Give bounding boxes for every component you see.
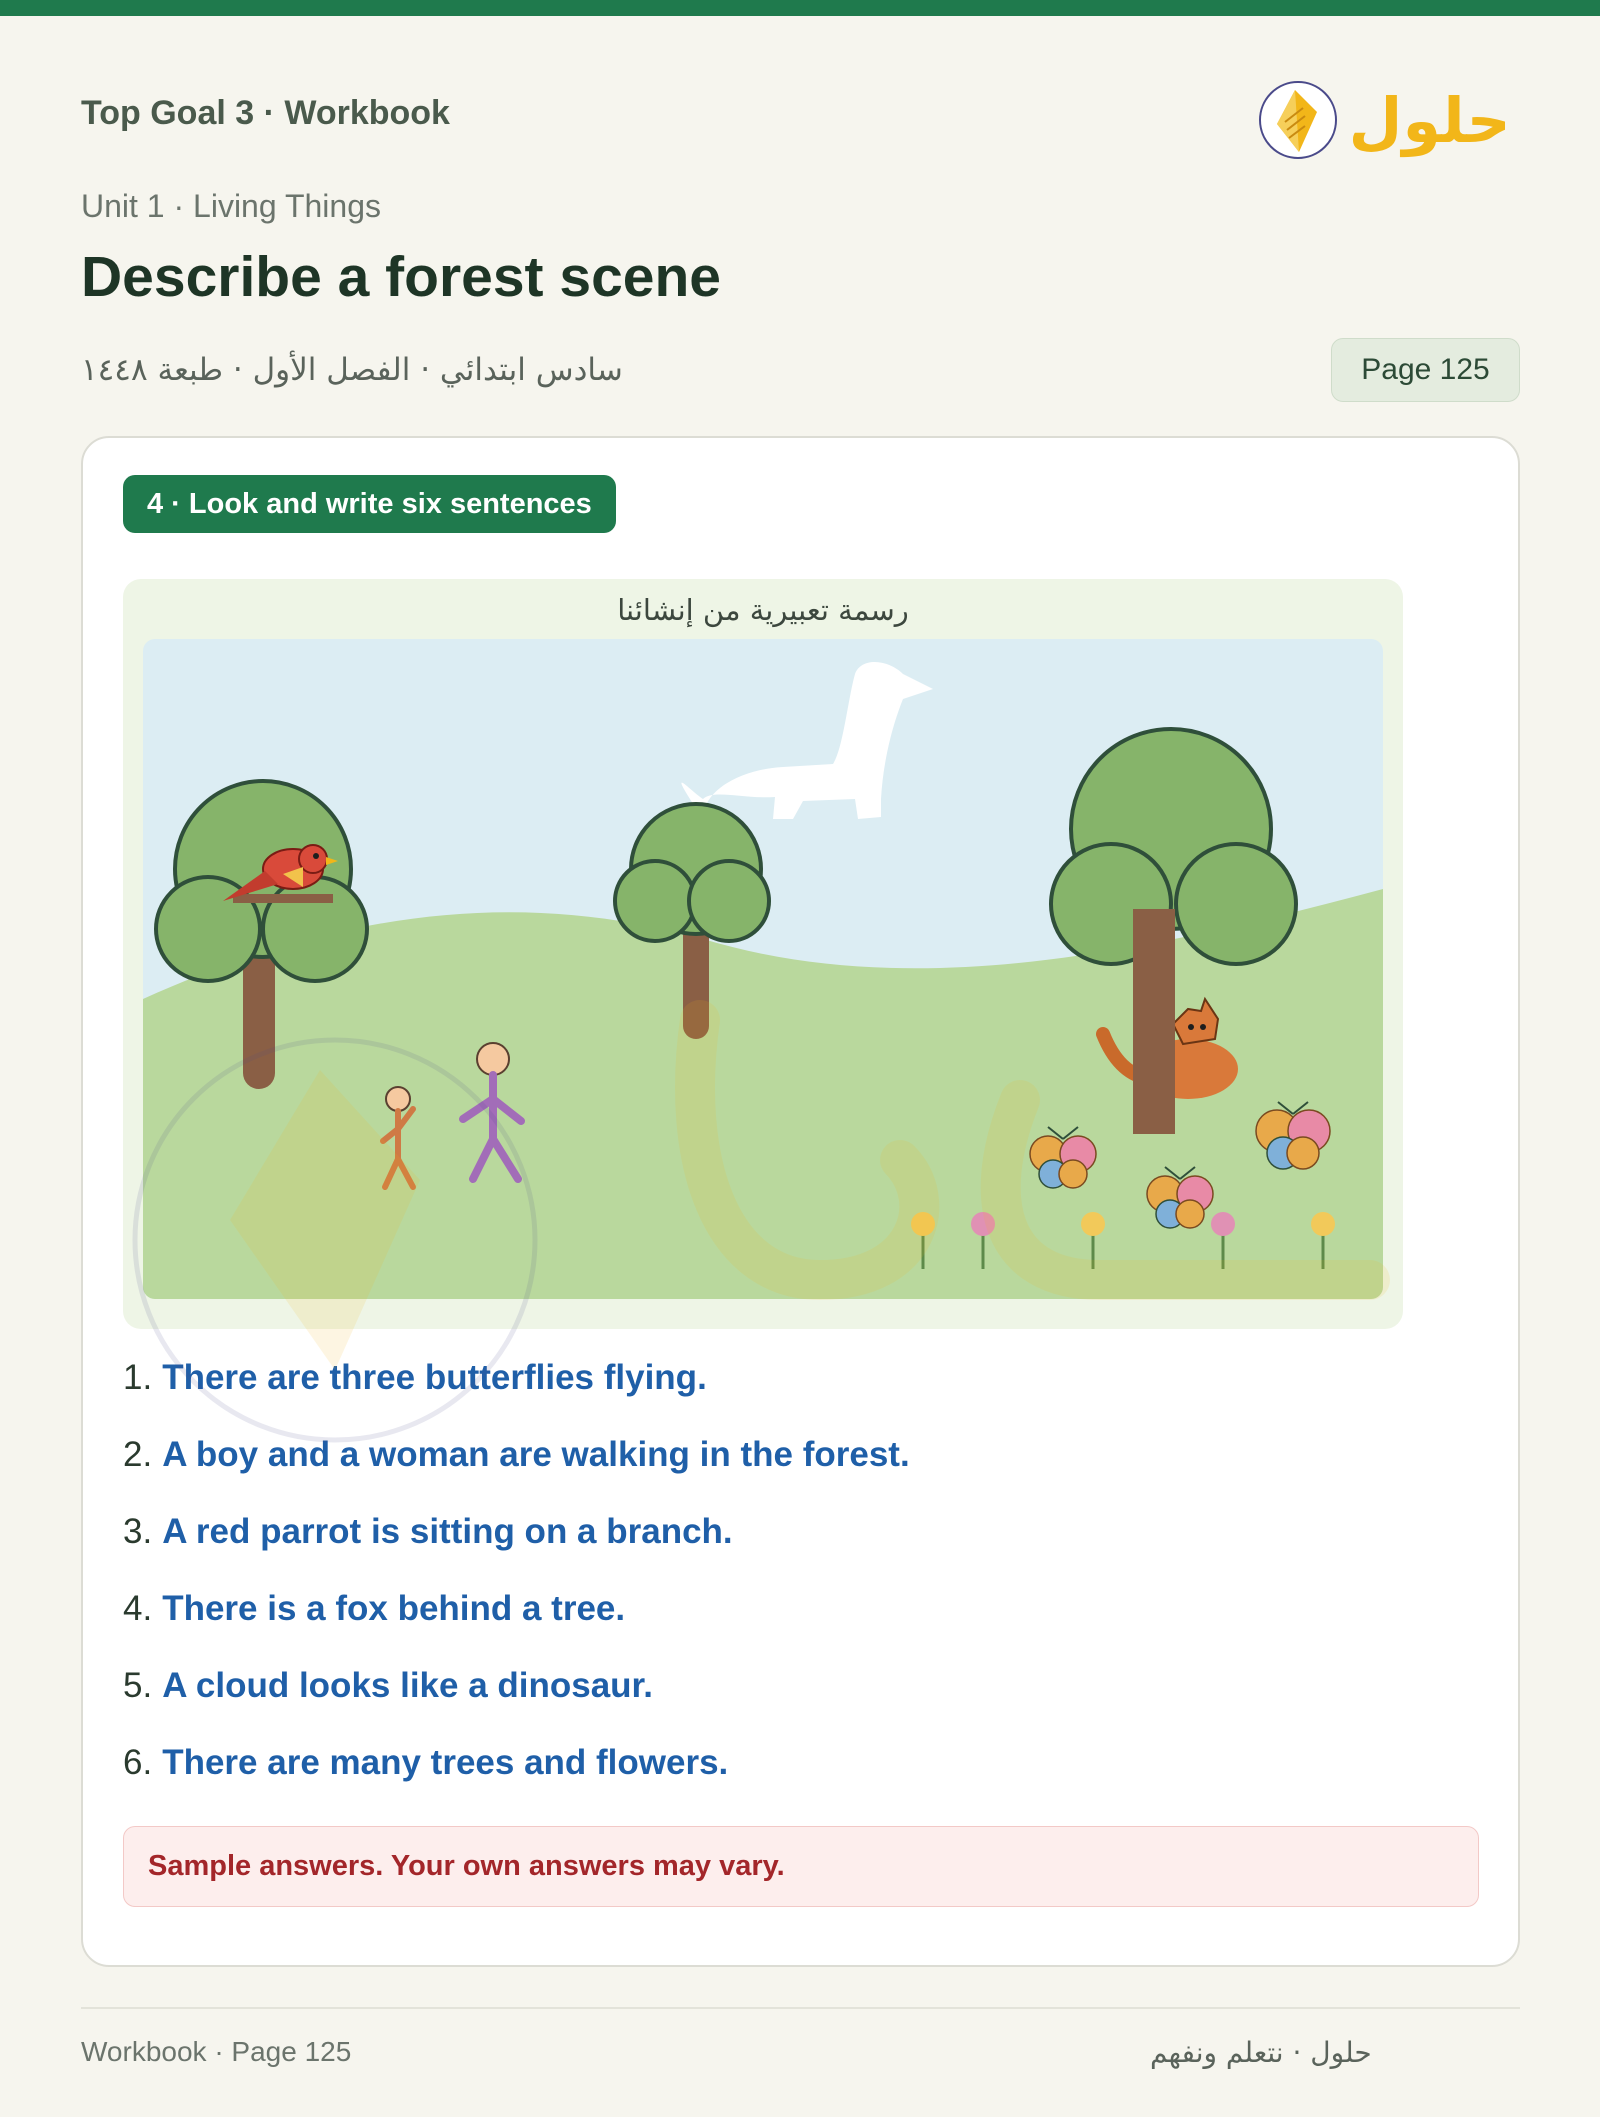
exercise-label: 4 · Look and write six sentences bbox=[123, 475, 616, 533]
page-title: Describe a forest scene bbox=[81, 245, 721, 309]
answer-text: There is a fox behind a tree. bbox=[162, 1589, 626, 1628]
answer-item: 4. There is a fox behind a tree. bbox=[123, 1589, 626, 1628]
top-accent-bar bbox=[0, 0, 1600, 16]
answer-list: 1. There are three butterflies flying. 2.… bbox=[123, 1358, 910, 1820]
illustration-caption: رسمة تعبيرية من إنشائنا bbox=[617, 593, 909, 627]
footer-page-label: Workbook · Page 125 bbox=[81, 2036, 352, 2067]
answer-item: 1. There are three butterflies flying. bbox=[123, 1358, 707, 1397]
answer-item: 5. A cloud looks like a dinosaur. bbox=[123, 1666, 653, 1705]
answer-text: There are three butterflies flying. bbox=[162, 1358, 707, 1397]
tree-trunk bbox=[1133, 909, 1175, 1134]
answer-text: A cloud looks like a dinosaur. bbox=[162, 1666, 653, 1705]
logo-wordmark: حلول bbox=[1349, 84, 1505, 157]
hulul-logo: حلول bbox=[1259, 81, 1505, 159]
answer-item: 6. There are many trees and flowers. bbox=[123, 1743, 729, 1782]
book-title: Top Goal 3 · Workbook bbox=[81, 94, 450, 132]
arabic-subtitle: سادس ابتدائي · الفصل الأول · طبعة ١٤٤٨ bbox=[81, 352, 623, 388]
answer-text: There are many trees and flowers. bbox=[162, 1743, 729, 1782]
unit-label: Unit 1 · Living Things bbox=[81, 188, 381, 224]
answer-item: 3. A red parrot is sitting on a branch. bbox=[123, 1512, 733, 1551]
answer-text: A boy and a woman are walking in the for… bbox=[162, 1435, 910, 1474]
sample-answers-note: Sample answers. Your own answers may var… bbox=[123, 1826, 1479, 1907]
answer-text: A red parrot is sitting on a branch. bbox=[162, 1512, 733, 1551]
forest-scene-illustration bbox=[143, 639, 1383, 1299]
footer-divider bbox=[81, 2007, 1520, 2009]
exercise-card: 4 · Look and write six sentences رسمة تع… bbox=[81, 436, 1520, 1967]
answer-item: 2. A boy and a woman are walking in the f… bbox=[123, 1435, 910, 1474]
branch bbox=[233, 894, 333, 903]
page-number-badge: Page 125 bbox=[1331, 338, 1520, 402]
illustration-frame: رسمة تعبيرية من إنشائنا bbox=[123, 579, 1403, 1329]
footer-tagline: حلول · نتعلم ونفهم bbox=[1150, 2036, 1372, 2069]
